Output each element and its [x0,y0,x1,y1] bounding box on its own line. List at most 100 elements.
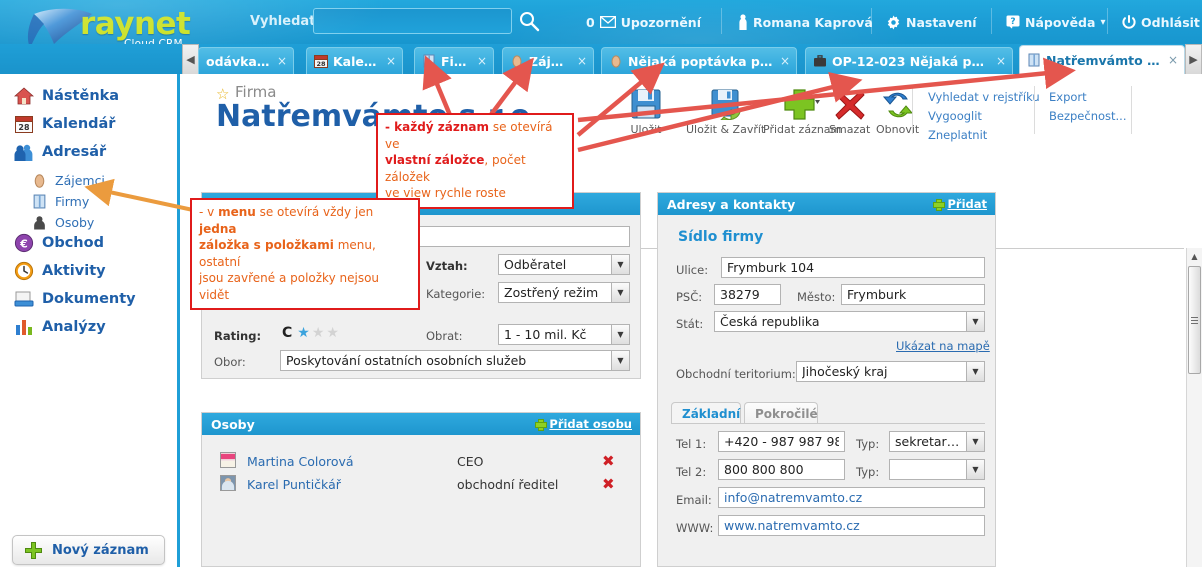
user-name-label: Romana Kaprová [753,14,873,30]
show-on-map-link[interactable]: Ukázat na mapě [896,339,990,353]
tab-label: Firmy [441,53,470,69]
star-filled-icon[interactable]: ★ [297,325,310,341]
tab-op-12-023[interactable]: OP-12-023 Nějaká popt... × [805,47,1013,74]
star-empty-icon[interactable]: ★ [312,325,325,341]
delete-row-icon[interactable]: ✖ [602,475,615,493]
country-select[interactable]: Česká republika ▼ [714,311,985,332]
person-role: obchodní ředitel [457,476,559,492]
plus-icon [25,541,42,559]
tel2-type-label: Typ: [856,465,880,479]
tabs-scroll-right-icon[interactable]: ▶ [1185,44,1202,74]
search-icon[interactable] [518,10,540,32]
notifications-label: Upozornění [620,14,701,30]
company-icon [423,54,435,68]
new-record-button[interactable]: Nový záznam [12,535,165,565]
invalidate-link[interactable]: Zneplatnit [928,128,987,142]
save-button[interactable]: Uložit [630,86,662,136]
close-icon[interactable]: × [780,54,790,68]
google-link[interactable]: Vygooglit [928,109,982,123]
power-icon [1122,14,1136,29]
zip-label: PSČ: [676,290,703,304]
tel1-label: Tel 1: [676,437,707,451]
chevron-down-icon: ▼ [611,325,629,344]
table-row[interactable]: Martina Colorová CEO ✖ [202,449,640,473]
star-empty-icon[interactable]: ★ [326,325,339,341]
tabs-scroll-left-icon[interactable]: ◀ [182,44,199,74]
security-link[interactable]: Bezpečnost... [1049,109,1127,123]
email-field[interactable] [718,487,985,508]
add-person-button[interactable]: Přidat osobu [535,417,632,431]
scroll-up-icon[interactable]: ▲ [1187,248,1202,264]
sidebar-item-nastenka[interactable]: Nástěnka [0,82,180,110]
www-field[interactable] [718,515,985,536]
tab-firmy[interactable]: Firmy × [414,47,494,74]
delete-row-icon[interactable]: ✖ [602,452,615,470]
save-close-icon [686,86,765,120]
close-icon[interactable]: × [386,54,396,68]
city-field[interactable] [841,284,985,305]
relation-select[interactable]: Odběratel ▼ [498,254,630,275]
help-action[interactable]: ? Nápověda ▾ [1006,12,1105,32]
close-icon[interactable]: × [577,54,587,68]
sidebar-item-aktivity[interactable]: Aktivity [0,257,180,285]
close-icon[interactable]: × [277,54,287,68]
rating-grade: C [282,325,293,341]
street-label: Ulice: [676,263,709,277]
sidebar-item-kalendar[interactable]: 28 Kalendář [0,110,180,138]
tel2-field[interactable] [718,459,845,480]
category-select[interactable]: Zostřený režim ▼ [498,282,630,303]
search-input[interactable] [313,8,512,34]
scrollbar-thumb[interactable] [1188,266,1201,374]
svg-text:€: € [19,238,28,251]
sidebar-item-label: Nástěnka [42,88,120,104]
sidebar-item-adresar[interactable]: Adresář [0,138,180,166]
address-panel-title: Adresy a kontakty [667,196,796,212]
close-icon[interactable]: × [996,54,1006,68]
category-field-label: Kategorie: [426,287,486,301]
person-name-link[interactable]: Karel Puntičkář [247,477,341,492]
save-close-button[interactable]: Uložit & Zavřít [686,86,765,136]
tel1-type-select[interactable]: sekretariát ▼ [889,431,985,452]
person-name-link[interactable]: Martina Colorová [247,454,354,469]
header-divider [1107,8,1108,34]
address-section-title: Sídlo firmy [678,229,764,245]
user-action[interactable]: Romana Kaprová [738,12,873,32]
delete-button[interactable]: Smazat [829,86,870,136]
contact-tab-pokrocile[interactable]: Pokročilé [744,402,818,424]
sidebar-item-dokumenty[interactable]: Dokumenty [0,285,180,313]
contact-tab-zakladni[interactable]: Základní [671,402,741,424]
settings-label: Nastavení [906,14,977,30]
export-link[interactable]: Export [1049,90,1087,104]
rating-field-label: Rating: [214,329,262,343]
tel2-type-select[interactable]: ▼ [889,459,985,480]
envelope-icon [599,16,616,28]
close-icon[interactable]: × [477,54,487,68]
close-icon[interactable]: × [1168,53,1178,67]
zip-field[interactable] [714,284,781,305]
sidebar-item-obchod[interactable]: € Obchod [0,229,180,257]
sidebar-item-analyzy[interactable]: Analýzy [0,313,180,341]
chevron-down-icon: ▼ [966,460,984,479]
settings-action[interactable]: Nastavení [886,12,977,32]
table-row[interactable]: Karel Puntičkář obchodní ředitel ✖ [202,472,640,496]
avatar [220,475,236,491]
tab-odavka[interactable]: odávka náh... × [198,47,294,74]
app-root: raynet Cloud CRM Vyhledat: 0 Upozornění [0,0,1202,567]
branch-select[interactable]: Poskytování ostatních osobních služeb ▼ [280,350,630,371]
logout-action[interactable]: Odhlásit [1122,12,1200,32]
search-registry-link[interactable]: Vyhledat v rejstříku [928,90,1040,104]
tab-nejaka-poptavka[interactable]: Nějaká poptávka po te... × [601,47,797,74]
tab-kalendar[interactable]: 28 Kalendář × [306,47,403,74]
turnover-select[interactable]: 1 - 10 mil. Kč ▼ [498,324,630,345]
logout-label: Odhlásit [1141,14,1200,30]
street-field[interactable] [721,257,985,278]
notifications-action[interactable]: 0 Upozornění [586,12,701,32]
tab-natremvamto[interactable]: Natřemvámto s.r.o. × [1019,45,1185,74]
header-divider [721,8,722,34]
tel1-field[interactable] [718,431,845,452]
tab-zajemci[interactable]: Zájemci × [502,47,594,74]
content-scrollbar[interactable]: ▲ [1186,248,1202,567]
brand-logo[interactable]: raynet Cloud CRM [6,0,196,44]
territory-select[interactable]: Jihočeský kraj ▼ [796,361,985,382]
add-address-button[interactable]: Přidat [933,197,987,211]
